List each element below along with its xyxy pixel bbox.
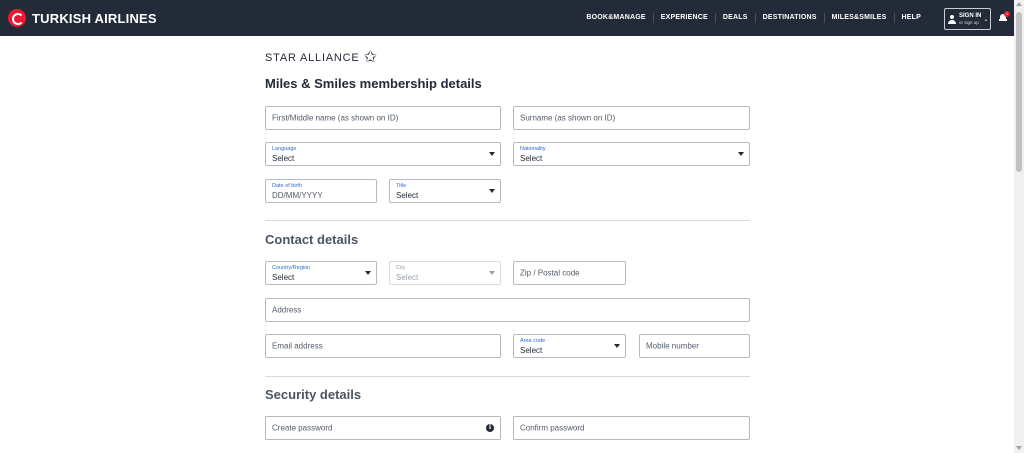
country-label: Country/Region — [272, 265, 311, 271]
nationality-select[interactable]: Nationality Select — [513, 142, 750, 166]
brand-logo[interactable]: TURKISH AIRLINES — [8, 9, 157, 27]
language-value: Select — [272, 154, 295, 163]
city-label: City — [396, 265, 406, 271]
sign-in-button[interactable]: SIGN IN or sign up ⌄ — [944, 8, 991, 30]
sign-up-label: or sign up — [959, 19, 979, 25]
page-scrollbar[interactable] — [1014, 0, 1024, 453]
city-select[interactable]: City Select — [389, 261, 501, 285]
address-input[interactable]: Address — [265, 298, 750, 322]
country-value: Select — [272, 273, 295, 282]
confirm-password-placeholder: Confirm password — [520, 423, 585, 433]
first-name-placeholder: First/Middle name (as shown on ID) — [272, 113, 399, 123]
chevron-down-icon: ⌄ — [983, 16, 989, 23]
nav-deals[interactable]: DEALS — [716, 13, 756, 23]
scroll-down-arrow-icon[interactable] — [1016, 446, 1022, 450]
dob-label: Date of birth — [272, 183, 302, 189]
membership-section-title: Miles & Smiles membership details — [265, 76, 482, 91]
nationality-label: Nationality — [520, 146, 546, 152]
caret-down-icon — [489, 271, 495, 275]
caret-down-icon — [614, 344, 620, 348]
nav-help[interactable]: HELP — [895, 13, 928, 23]
city-value: Select — [396, 273, 419, 282]
section-divider — [265, 220, 750, 221]
title-label: Title — [396, 183, 407, 189]
user-icon — [948, 14, 956, 24]
mobile-number-input[interactable]: Mobile number — [639, 334, 750, 358]
nav-miles-smiles[interactable]: MILES&SMILES — [825, 13, 895, 23]
brand-name: TURKISH AIRLINES — [32, 10, 157, 26]
info-icon[interactable]: i — [486, 424, 494, 432]
language-select[interactable]: Language Select — [265, 142, 501, 166]
email-input[interactable]: Email address — [265, 334, 501, 358]
title-value: Select — [396, 191, 419, 200]
area-code-select[interactable]: Area code Select — [513, 334, 626, 358]
star-alliance-label: STAR ALLIANCE — [265, 52, 360, 64]
surname-placeholder: Surname (as shown on ID) — [520, 113, 616, 123]
caret-down-icon — [365, 271, 371, 275]
confirm-password-input[interactable]: Confirm password — [513, 416, 750, 440]
scroll-thumb[interactable] — [1016, 12, 1022, 172]
country-region-select[interactable]: Country/Region Select — [265, 261, 377, 285]
first-name-input[interactable]: First/Middle name (as shown on ID) — [265, 106, 501, 130]
date-of-birth-input[interactable]: Date of birth DD/MM/YYYY — [265, 179, 377, 203]
caret-down-icon — [738, 152, 744, 156]
nav-experience[interactable]: EXPERIENCE — [654, 13, 716, 23]
security-section-title: Security details — [265, 387, 362, 402]
address-placeholder: Address — [272, 305, 302, 315]
contact-section-title: Contact details — [265, 232, 359, 247]
scroll-up-arrow-icon[interactable] — [1016, 2, 1022, 6]
sign-in-text: SIGN IN or sign up — [959, 13, 981, 26]
create-password-input[interactable]: Create password i — [265, 416, 501, 440]
top-navigation-bar: TURKISH AIRLINES BOOK&MANAGE EXPERIENCE … — [0, 0, 1014, 36]
notification-badge: 1 — [1004, 11, 1010, 17]
main-nav: BOOK&MANAGE EXPERIENCE DEALS DESTINATION… — [579, 0, 928, 36]
dob-placeholder: DD/MM/YYYY — [272, 191, 323, 200]
language-label: Language — [272, 146, 297, 152]
star-alliance-logo: STAR ALLIANCE ✩ — [265, 49, 377, 66]
star-alliance-star-icon: ✩ — [363, 49, 377, 66]
caret-down-icon — [489, 189, 495, 193]
surname-input[interactable]: Surname (as shown on ID) — [513, 106, 750, 130]
sign-in-label: SIGN IN — [959, 12, 982, 19]
zip-postal-code-input[interactable]: Zip / Postal code — [513, 261, 626, 285]
caret-down-icon — [489, 152, 495, 156]
title-select[interactable]: Title Select — [389, 179, 501, 203]
email-placeholder: Email address — [272, 341, 323, 351]
nationality-value: Select — [520, 154, 543, 163]
section-divider — [265, 376, 750, 377]
area-code-label: Area code — [520, 338, 546, 344]
area-code-value: Select — [520, 346, 543, 355]
create-password-placeholder: Create password — [272, 423, 333, 433]
turkish-airlines-logo-icon — [8, 9, 26, 27]
zip-placeholder: Zip / Postal code — [520, 268, 580, 278]
nav-destinations[interactable]: DESTINATIONS — [756, 13, 825, 23]
mobile-placeholder: Mobile number — [646, 341, 699, 351]
nav-book-manage[interactable]: BOOK&MANAGE — [579, 13, 654, 23]
